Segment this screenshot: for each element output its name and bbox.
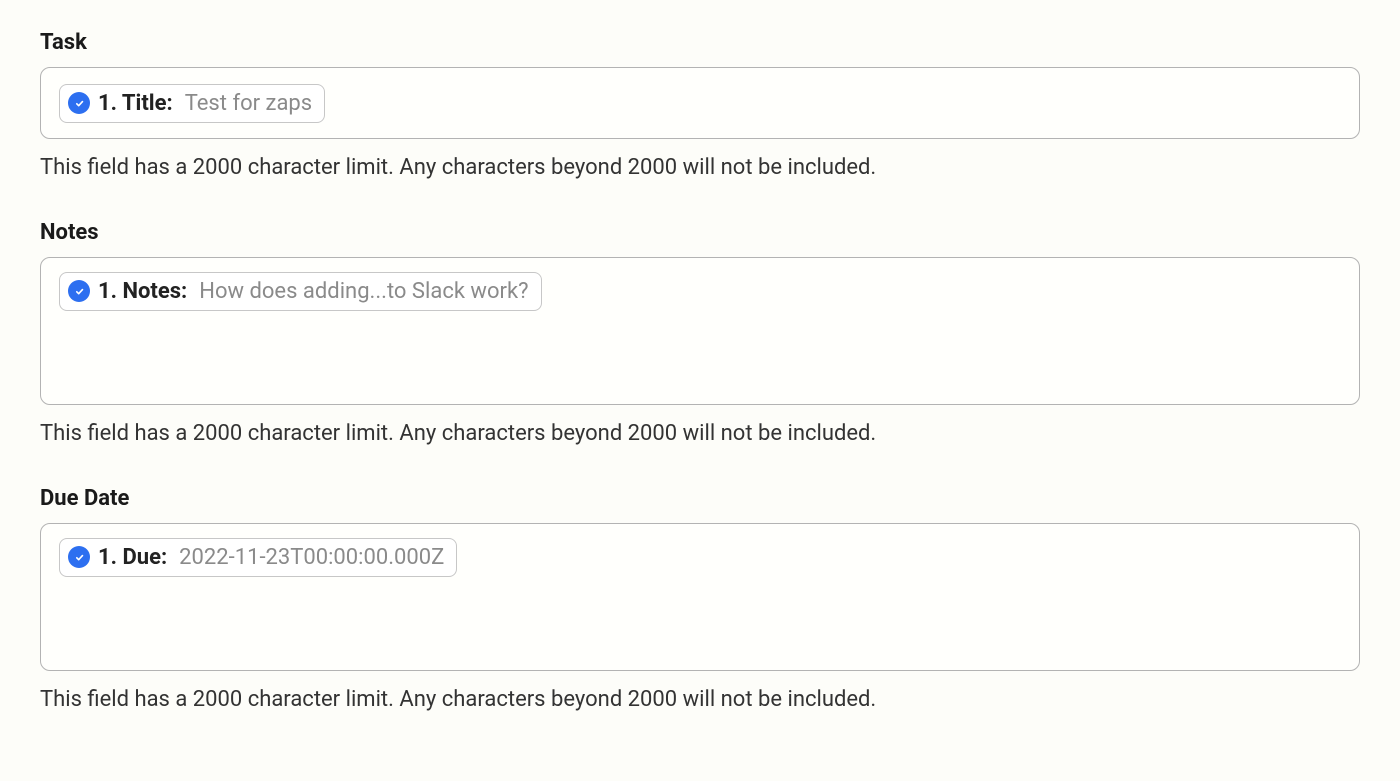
mapped-field-pill-title[interactable]: 1. Title: Test for zaps [59, 84, 325, 123]
pill-label: 1. Due: [98, 545, 167, 570]
pill-label: 1. Notes: [98, 279, 187, 304]
field-hint-due-date: This field has a 2000 character limit. A… [40, 685, 1360, 716]
field-label-notes: Notes [40, 220, 1360, 245]
field-label-due-date: Due Date [40, 486, 1360, 511]
tasks-app-icon [68, 280, 90, 302]
field-label-task: Task [40, 30, 1360, 55]
mapped-field-pill-notes[interactable]: 1. Notes: How does adding...to Slack wor… [59, 272, 542, 311]
field-input-notes[interactable]: 1. Notes: How does adding...to Slack wor… [40, 257, 1360, 405]
pill-value: How does adding...to Slack work? [199, 279, 528, 304]
mapped-field-pill-due[interactable]: 1. Due: 2022-11-23T00:00:00.000Z [59, 538, 457, 577]
field-hint-notes: This field has a 2000 character limit. A… [40, 419, 1360, 450]
field-input-due-date[interactable]: 1. Due: 2022-11-23T00:00:00.000Z [40, 523, 1360, 671]
field-group-due-date: Due Date 1. Due: 2022-11-23T00:00:00.000… [40, 486, 1360, 716]
field-group-notes: Notes 1. Notes: How does adding...to Sla… [40, 220, 1360, 450]
field-input-task[interactable]: 1. Title: Test for zaps [40, 67, 1360, 139]
pill-value: 2022-11-23T00:00:00.000Z [179, 545, 444, 570]
pill-value: Test for zaps [185, 91, 312, 116]
field-group-task: Task 1. Title: Test for zaps This field … [40, 30, 1360, 184]
tasks-app-icon [68, 92, 90, 114]
pill-label: 1. Title: [98, 91, 173, 116]
tasks-app-icon [68, 546, 90, 568]
field-hint-task: This field has a 2000 character limit. A… [40, 153, 1360, 184]
